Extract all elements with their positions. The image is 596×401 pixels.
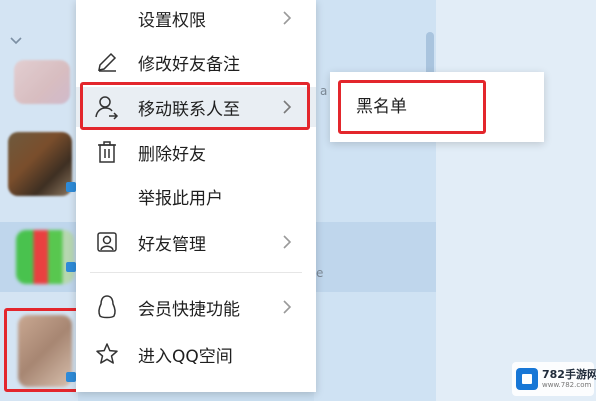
watermark-logo-icon: [516, 368, 538, 390]
peek-text: a: [320, 84, 328, 98]
pencil-icon: [94, 49, 120, 75]
menu-item-label: 删除好友: [138, 144, 206, 165]
watermark-title: 782手游网: [542, 368, 596, 381]
peek-text: e: [316, 266, 324, 280]
contact-card-icon: [94, 229, 120, 255]
contact-list-background: [314, 0, 436, 401]
chevron-down-icon[interactable]: [8, 32, 24, 48]
avatar-highlight-box: [4, 308, 80, 392]
status-icon: [66, 182, 76, 192]
menu-item-delete-friend[interactable]: 删除好友: [76, 132, 316, 172]
menu-item-label: 会员快捷功能: [138, 299, 240, 320]
menu-item-label: 设置权限: [138, 10, 206, 31]
menu-item-label: 进入QQ空间: [138, 346, 233, 367]
menu-item-highlight-box: [80, 82, 310, 130]
menu-item-edit-remark[interactable]: 修改好友备注: [76, 42, 316, 82]
chat-area-background: [436, 0, 596, 401]
contact-avatar[interactable]: [8, 132, 72, 196]
watermark: 782手游网 www.782.com: [512, 362, 596, 396]
star-icon: [94, 341, 120, 367]
menu-item-label: 修改好友备注: [138, 54, 240, 75]
menu-item-friend-manage[interactable]: 好友管理: [76, 222, 316, 262]
chevron-right-icon: [280, 8, 294, 28]
submenu-highlight-box: [338, 80, 486, 134]
menu-divider: [90, 272, 302, 273]
menu-item-qzone[interactable]: 进入QQ空间: [76, 334, 316, 374]
menu-item-vip-shortcuts[interactable]: 会员快捷功能: [76, 287, 316, 327]
chevron-right-icon: [280, 297, 294, 317]
menu-item-label: 举报此用户: [138, 188, 223, 209]
contact-avatar[interactable]: [14, 60, 70, 104]
menu-item-label: 好友管理: [138, 234, 206, 255]
trash-icon: [94, 139, 120, 165]
chevron-right-icon: [280, 232, 294, 252]
penguin-icon: [94, 294, 120, 320]
status-icon: [66, 262, 76, 272]
menu-item-set-permission[interactable]: 设置权限: [76, 0, 316, 38]
watermark-subtitle: www.782.com: [542, 381, 592, 389]
contact-avatar[interactable]: [16, 230, 74, 284]
context-menu: 设置权限 修改好友备注 移动联系人至 删除好友 举报此用户 好友管理 会员快捷功…: [76, 0, 316, 392]
menu-item-report-user[interactable]: 举报此用户: [76, 176, 316, 216]
